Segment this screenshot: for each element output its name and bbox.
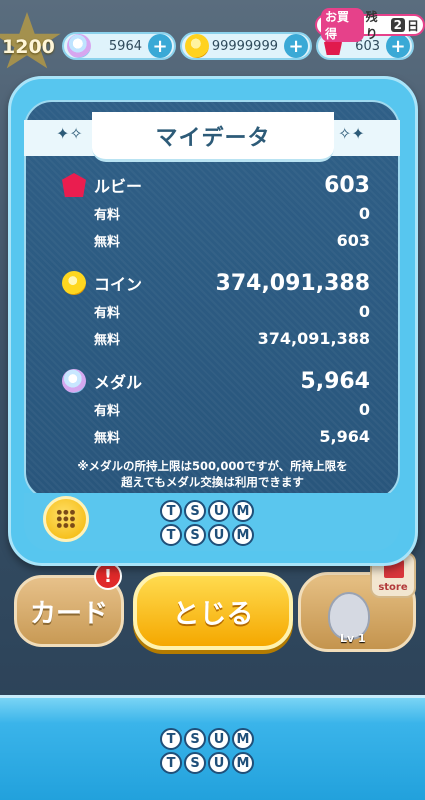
ruby-section: ルビー 603 有料 0 無料 603 [62, 170, 370, 254]
player-level: 1200 [2, 36, 55, 58]
medal-paid: 0 [358, 400, 370, 419]
medal-paid-row: 有料 0 [62, 396, 370, 423]
coin-free: 374,091,388 [257, 329, 370, 348]
medal-free-row: 無料 5,964 [62, 423, 370, 450]
medal-label: メダル [94, 373, 143, 392]
logo-letter: S [184, 500, 206, 522]
coin-count: 99999999 [211, 38, 278, 54]
character-level: Lv 1 [340, 632, 366, 645]
paid-label: 有料 [94, 208, 121, 223]
logo-letter: U [208, 728, 230, 750]
add-coin-button[interactable]: + [284, 34, 308, 58]
logo-letter: T [160, 752, 182, 774]
bonus-days-unit: 日 [406, 18, 419, 33]
paid-label: 有料 [94, 404, 121, 419]
ruby-total: 603 [324, 172, 370, 198]
coin-icon [62, 271, 86, 295]
coin-free-row: 無料 374,091,388 [62, 325, 370, 352]
sparkle-icon: ✧✦ [338, 124, 365, 143]
medal-section: メダル 5,964 有料 0 無料 5,964 [62, 366, 370, 450]
ruby-icon [62, 173, 86, 197]
logo-letter: M [232, 728, 254, 750]
bonus-sale-badge[interactable]: お買得 残り 2 日 [315, 8, 425, 42]
ruby-paid-row: 有料 0 [62, 200, 370, 227]
logo-letter: U [208, 524, 230, 546]
card-alert-badge: ! [94, 562, 122, 590]
logo-letter: M [232, 524, 254, 546]
currency-list: ルビー 603 有料 0 無料 603 コイン 374,091,388 有料 0… [62, 170, 370, 464]
medal-limit-note: ※メダルの所持上限は500,000ですが、所持上限を 超えてもメダル交換は利用で… [40, 458, 385, 490]
bottom-tsum-logo: T S U M T S U M [160, 728, 254, 774]
medal-count: 5964 [108, 38, 142, 54]
coin-counter: 99999999 + [180, 32, 312, 60]
logo-letter: M [232, 752, 254, 774]
ruby-free-row: 無料 603 [62, 227, 370, 254]
logo-letter: S [184, 524, 206, 546]
coin-label: コイン [94, 275, 143, 294]
ruby-paid: 0 [358, 204, 370, 223]
ruby-free: 603 [336, 231, 370, 250]
logo-letter: M [232, 500, 254, 522]
coin-icon [185, 34, 209, 58]
logo-letter: S [184, 728, 206, 750]
logo-letter: S [184, 752, 206, 774]
top-currency-bar: 1200 5964 + 99999999 + 603 + お買得 残り 2 日 [0, 0, 425, 70]
coin-section: コイン 374,091,388 有料 0 無料 374,091,388 [62, 268, 370, 352]
logo-letter: T [160, 728, 182, 750]
add-medal-button[interactable]: + [148, 34, 172, 58]
medal-free: 5,964 [319, 427, 370, 446]
coin-total: 374,091,388 [215, 270, 370, 296]
modal-title: マイデータ [92, 112, 334, 162]
note-line: ※メダルの所持上限は500,000ですが、所持上限を [77, 459, 348, 473]
note-line: 超えてもメダル交換は利用できます [121, 475, 304, 489]
free-label: 無料 [94, 333, 121, 348]
ruby-total-row: ルビー 603 [62, 170, 370, 200]
add-ruby-button[interactable]: + [386, 34, 410, 58]
free-label: 無料 [94, 431, 121, 446]
coin-paid-row: 有料 0 [62, 298, 370, 325]
ruby-label: ルビー [94, 177, 143, 196]
coin-paid: 0 [358, 302, 370, 321]
logo-letter: T [160, 500, 182, 522]
logo-letter: U [208, 500, 230, 522]
medal-counter: 5964 + [62, 32, 176, 60]
modal-tsum-logo: T S U M T S U M [160, 500, 254, 546]
logo-letter: U [208, 752, 230, 774]
close-button[interactable]: とじる [133, 572, 293, 650]
medal-total: 5,964 [300, 368, 370, 394]
menu-grid-button[interactable] [43, 496, 89, 542]
free-label: 無料 [94, 235, 121, 250]
sparkle-icon: ✦✧ [56, 124, 83, 143]
bonus-remaining-label: 残り [365, 10, 378, 41]
bonus-days: 2 [390, 18, 405, 32]
bonus-tag: お買得 [321, 8, 364, 42]
logo-letter: T [160, 524, 182, 546]
paid-label: 有料 [94, 306, 121, 321]
medal-total-row: メダル 5,964 [62, 366, 370, 396]
medal-icon [62, 369, 86, 393]
medal-icon [67, 34, 91, 58]
coin-total-row: コイン 374,091,388 [62, 268, 370, 298]
grid-icon [56, 509, 76, 529]
